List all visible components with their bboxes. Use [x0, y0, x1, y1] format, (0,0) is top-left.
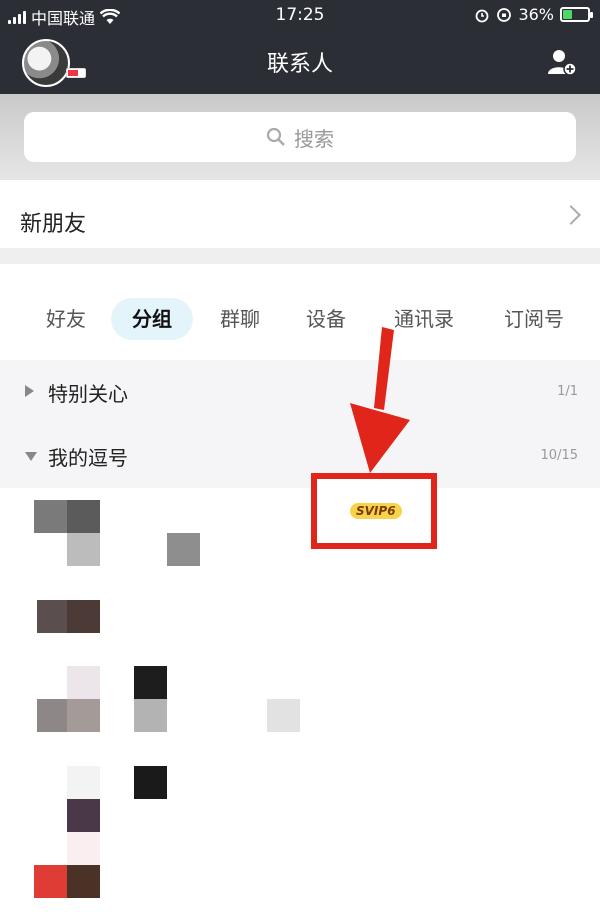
add-contact-icon[interactable] — [546, 46, 578, 78]
status-bar: 中国联通 17:25 36% — [0, 0, 600, 30]
pixelated-block — [67, 699, 100, 732]
caret-down-icon — [25, 452, 37, 461]
chevron-right-icon — [561, 205, 581, 225]
search-placeholder: 搜索 — [294, 126, 334, 151]
group-count: 10/15 — [540, 448, 578, 463]
search-bar-area: 搜索 — [0, 94, 600, 180]
caret-right-icon — [25, 385, 34, 397]
pixelated-block — [67, 766, 100, 799]
pixelated-block — [134, 699, 167, 732]
nav-bar: 联系人 — [0, 30, 600, 94]
pixelated-block — [67, 533, 100, 566]
pixelated-block — [67, 666, 100, 699]
battery-percent: 36% — [518, 5, 554, 24]
group-count: 1/1 — [557, 384, 578, 399]
annotation-arrow — [350, 327, 410, 473]
group-name: 特别关心 — [48, 382, 128, 406]
tab-friends[interactable]: 好友 — [30, 298, 102, 340]
search-input[interactable]: 搜索 — [24, 112, 576, 162]
pixelated-block — [134, 666, 167, 699]
pixelated-block — [34, 500, 67, 533]
svip-badge: SVIP6 — [350, 503, 402, 519]
contact-tabs: 好友 分组 群聊 设备 通讯录 订阅号 — [0, 280, 600, 360]
pixelated-block — [67, 600, 100, 633]
pixelated-block — [67, 799, 100, 832]
pixelated-block — [37, 699, 67, 732]
tab-groups[interactable]: 分组 — [111, 298, 193, 340]
contact-list — [0, 488, 600, 917]
page-title: 联系人 — [266, 52, 333, 77]
pixelated-block — [134, 766, 167, 799]
pixelated-block — [37, 600, 67, 633]
highlight-box: SVIP6 — [311, 473, 437, 549]
new-friends-label: 新朋友 — [20, 212, 87, 237]
group-row-special[interactable]: 特别关心 1/1 — [0, 360, 600, 424]
pixelated-block — [34, 865, 67, 898]
pixelated-block — [67, 500, 100, 533]
pixelated-block — [167, 533, 200, 566]
rotation-lock-icon — [497, 7, 512, 22]
new-friends-row[interactable]: 新朋友 — [0, 180, 600, 264]
group-name: 我的逗号 — [48, 446, 128, 470]
alarm-icon — [476, 9, 489, 22]
search-icon — [266, 127, 285, 146]
pixelated-block — [67, 865, 100, 898]
tab-group-chats[interactable]: 群聊 — [204, 298, 276, 340]
group-row-mine[interactable]: 我的逗号 10/15 — [0, 424, 600, 488]
header: 中国联通 17:25 36% 联系人 — [0, 0, 600, 94]
pixelated-block — [67, 832, 100, 865]
tab-subscriptions[interactable]: 订阅号 — [488, 298, 580, 340]
battery-icon — [560, 7, 593, 22]
pixelated-block — [267, 699, 300, 732]
